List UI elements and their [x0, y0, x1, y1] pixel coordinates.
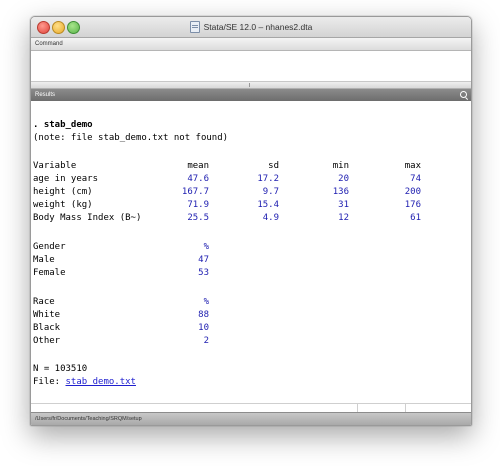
row-mean: 47.6: [187, 174, 209, 184]
gender-value: 53: [198, 268, 209, 278]
table-header-max: max: [404, 161, 421, 171]
document-icon: [189, 21, 200, 33]
row-min: 20: [338, 174, 349, 184]
row-label: height (cm): [33, 187, 93, 197]
command-input-area[interactable]: [31, 51, 471, 82]
race-label: Black: [33, 323, 61, 333]
stata-window: Stata/SE 12.0 – nhanes2.dta Command Resu…: [30, 16, 472, 426]
row-sd: 17.2: [257, 174, 279, 184]
race-header: Race: [33, 297, 55, 307]
search-icon[interactable]: [460, 91, 467, 98]
command-pane-header: Command: [31, 38, 471, 51]
row-sd: 15.4: [257, 200, 279, 210]
working-directory-path: /Users/fr/Documents/Teaching/SRQM/setup: [35, 416, 142, 422]
file-label: File:: [33, 377, 66, 387]
gender-header: Gender: [33, 242, 66, 252]
splitter-grip-icon[interactable]: [249, 83, 252, 87]
row-label: age in years: [33, 174, 99, 184]
table-header-variable: Variable: [33, 161, 77, 171]
window-title: Stata/SE 12.0 – nhanes2.dta: [203, 22, 313, 32]
results-pane-header: Results: [31, 89, 471, 101]
row-max: 74: [410, 174, 421, 184]
row-max: 176: [404, 200, 421, 210]
gender-value: 47: [198, 255, 209, 265]
window-title-wrap: Stata/SE 12.0 – nhanes2.dta: [31, 17, 471, 37]
command-pane-label: Command: [35, 41, 63, 47]
race-value: 2: [203, 336, 209, 346]
table-header-min: min: [332, 161, 349, 171]
n-line: N = 103510: [33, 364, 88, 374]
row-min: 31: [338, 200, 349, 210]
row-mean: 25.5: [187, 213, 209, 223]
gender-pct-symbol: %: [203, 242, 209, 252]
gender-label: Male: [33, 255, 55, 265]
race-value: 10: [198, 323, 209, 333]
results-pane-label: Results: [35, 92, 56, 98]
table-header-mean: mean: [187, 161, 209, 171]
row-min: 136: [332, 187, 349, 197]
row-mean: 167.7: [181, 187, 209, 197]
status-bar: /Users/fr/Documents/Teaching/SRQM/setup: [31, 412, 471, 425]
race-pct-symbol: %: [203, 297, 209, 307]
row-label: Body Mass Index (B~): [33, 213, 142, 223]
gender-label: Female: [33, 268, 66, 278]
row-mean: 71.9: [187, 200, 209, 210]
results-output[interactable]: . stab_demo (note: file stab_demo.txt no…: [31, 104, 471, 404]
race-label: Other: [33, 336, 61, 346]
row-sd: 9.7: [262, 187, 279, 197]
file-line: File: stab_demo.txt: [33, 376, 136, 388]
pane-splitter[interactable]: [31, 82, 471, 89]
executed-command: . stab_demo: [33, 120, 93, 130]
file-link[interactable]: stab_demo.txt: [66, 377, 136, 387]
row-max: 61: [410, 213, 421, 223]
table-header-sd: sd: [268, 161, 279, 171]
row-min: 12: [338, 213, 349, 223]
note-line: (note: file stab_demo.txt not found): [33, 133, 229, 143]
race-label: White: [33, 310, 61, 320]
race-value: 88: [198, 310, 209, 320]
row-max: 200: [404, 187, 421, 197]
row-label: weight (kg): [33, 200, 93, 210]
row-sd: 4.9: [262, 213, 279, 223]
title-bar[interactable]: Stata/SE 12.0 – nhanes2.dta: [31, 17, 471, 38]
